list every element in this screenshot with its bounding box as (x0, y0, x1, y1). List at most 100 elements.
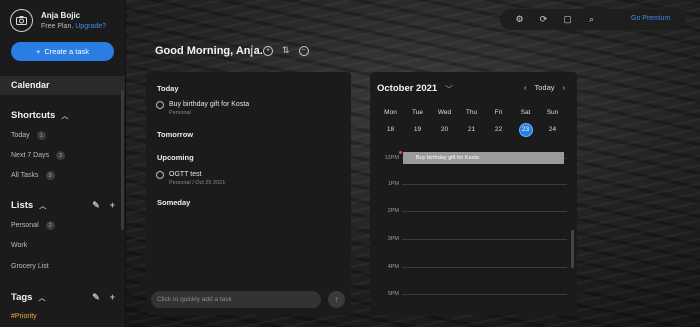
current-time-indicator (399, 151, 402, 154)
task-checkbox[interactable] (156, 171, 164, 179)
today-button[interactable]: Today (534, 83, 554, 92)
count-badge: 3 (45, 171, 55, 180)
selected-day-number: 23 (518, 123, 533, 137)
weekday-label: Sat (520, 109, 531, 116)
upgrade-link[interactable]: Upgrade? (75, 23, 106, 30)
weekday-label: Mon (384, 109, 397, 116)
weekday-label: Thu (465, 109, 478, 116)
sidebar-item-work[interactable]: Work (11, 242, 27, 249)
calendar-day[interactable]: 20 (431, 126, 458, 133)
tag-label: #Priority (11, 313, 37, 320)
calendar-day[interactable]: 19 (404, 126, 431, 133)
hour-label: 3PM (387, 236, 399, 242)
section-upcoming: Upcoming (157, 153, 194, 162)
task-title: OGTT test (169, 171, 202, 178)
add-circle-icon[interactable]: + (263, 45, 273, 56)
calendar-scrollbar[interactable] (571, 230, 574, 268)
sidebar-item-tag-priority[interactable]: #Priority (11, 313, 37, 320)
create-task-button[interactable]: + Create a task (11, 42, 114, 61)
task-item[interactable]: OGTT test Personal / Oct 25 2021 (156, 170, 225, 188)
calendar-month[interactable]: October 2021 (377, 83, 437, 94)
hour-line (402, 294, 567, 295)
chevron-up-icon[interactable]: ︿ (38, 293, 45, 303)
shortcuts-header[interactable]: Shortcuts ︿ (11, 110, 111, 121)
sort-icon[interactable]: ⇅ (282, 45, 290, 56)
sidebar-item-label: Next 7 Days (11, 152, 50, 159)
tags-header[interactable]: Tags ︿ ✎ + (11, 292, 115, 303)
send-arrow-icon[interactable]: ↑ (328, 291, 345, 308)
divider (252, 44, 253, 57)
sidebar-item-label: Personal (11, 222, 39, 229)
go-premium-button[interactable]: Go Premium (631, 15, 670, 22)
search-icon[interactable]: ⌕ (586, 14, 597, 25)
calendar-panel: October 2021 ﹀ ‹ Today › Mon Tue Wed Thu… (370, 72, 577, 315)
page-title: Good Morning, Anja. (155, 45, 263, 57)
add-icon[interactable]: + (110, 200, 115, 211)
task-item[interactable]: Buy birthday gift for Kosta Personal (156, 100, 249, 118)
calendar-day-selected[interactable]: 23 (512, 123, 539, 137)
user-profile[interactable]: Anja Bojic Free Plan. Upgrade? (10, 9, 106, 32)
chevron-up-icon[interactable]: ︿ (39, 201, 46, 211)
window-icon[interactable]: ▢ (562, 14, 573, 25)
calendar-nav: ‹ Today › (524, 83, 565, 92)
sidebar-item-label: Today (11, 132, 30, 139)
more-icon[interactable]: − (298, 45, 309, 56)
sidebar: Anja Bojic Free Plan. Upgrade? + Create … (0, 0, 126, 327)
weekday-label: Tue (412, 109, 423, 116)
sidebar-item-personal[interactable]: Personal 2 (11, 221, 55, 230)
task-checkbox[interactable] (156, 101, 164, 109)
count-badge: 2 (45, 221, 55, 230)
hour-line (402, 267, 567, 268)
settings-icon[interactable]: ⚙ (514, 14, 525, 25)
edit-icon[interactable]: ✎ (92, 200, 100, 211)
count-badge: 1 (36, 131, 46, 140)
chevron-left-icon[interactable]: ‹ (524, 83, 527, 92)
chevron-up-icon[interactable]: ︿ (61, 111, 68, 121)
task-title: Buy birthday gift for Kosta (169, 101, 250, 108)
calendar-day[interactable]: 24 (539, 126, 566, 133)
hour-label: 2PM (387, 208, 399, 214)
hour-label: 12PM (384, 155, 399, 161)
chevron-down-icon[interactable]: ﹀ (445, 84, 453, 95)
section-tomorrow: Tomorrow (157, 130, 194, 139)
calendar-day[interactable]: 22 (485, 126, 512, 133)
task-meta: Personal / Oct 25 2021 (169, 180, 226, 186)
sidebar-item-label: Work (11, 242, 28, 249)
quick-add-input[interactable]: Click to quickly add a task (151, 291, 321, 308)
sidebar-item-next-7-days[interactable]: Next 7 Days 2 (11, 151, 66, 160)
camera-icon[interactable] (10, 9, 33, 32)
lists-header[interactable]: Lists ︿ ✎ + (11, 200, 115, 211)
weekday-label: Wed (437, 109, 452, 116)
sidebar-item-all-tasks[interactable]: All Tasks 3 (11, 171, 55, 180)
add-icon[interactable]: + (110, 292, 115, 303)
hour-line (402, 211, 567, 212)
calendar-day[interactable]: 21 (458, 126, 485, 133)
plan-label: Free Plan. (41, 22, 74, 30)
edit-icon[interactable]: ✎ (92, 292, 100, 303)
count-badge: 2 (56, 151, 66, 160)
task-list-panel: Today Buy birthday gift for Kosta Person… (146, 72, 351, 315)
hour-line (402, 239, 567, 240)
sidebar-item-calendar[interactable]: Calendar (0, 76, 125, 95)
task-list-name: Personal (169, 110, 191, 116)
calendar-event[interactable]: Buy birthday gift for Kosta (403, 152, 564, 164)
weekday-label: Sun (546, 109, 559, 116)
hour-line (402, 184, 567, 185)
sidebar-item-grocery-list[interactable]: Grocery List (11, 263, 49, 270)
section-someday: Someday (157, 198, 191, 207)
create-task-label: Create a task (44, 47, 89, 56)
hour-label: 4PM (387, 264, 399, 270)
sidebar-item-label: Grocery List (11, 263, 49, 270)
tags-title: Tags (11, 292, 33, 303)
shortcuts-title: Shortcuts (11, 110, 56, 121)
sync-icon[interactable]: ⟳ (538, 14, 549, 25)
chevron-right-icon[interactable]: › (563, 83, 566, 92)
plus-icon: + (36, 47, 41, 56)
calendar-day[interactable]: 18 (377, 126, 404, 133)
sidebar-scrollbar[interactable] (121, 90, 124, 230)
weekday-label: Fri (494, 109, 503, 116)
hour-label: 1PM (387, 181, 399, 187)
top-toolbar: ⚙ ⟳ ▢ ⌕ Go Premium (500, 9, 685, 30)
hour-label: 5PM (387, 291, 399, 297)
sidebar-item-today[interactable]: Today 1 (11, 131, 46, 140)
